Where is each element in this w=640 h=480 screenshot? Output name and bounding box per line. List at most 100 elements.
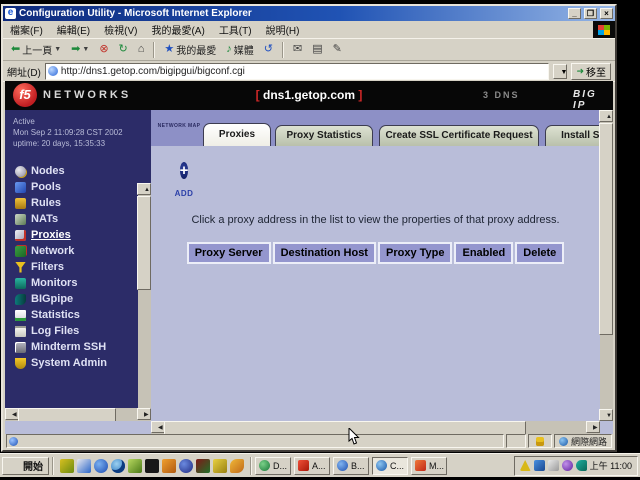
mail-button[interactable]: ✉ bbox=[289, 42, 306, 57]
task-button-5[interactable]: M... bbox=[411, 457, 447, 475]
quick-launch-icon-11[interactable] bbox=[230, 459, 244, 473]
scroll-up-icon[interactable]: ▲ bbox=[137, 183, 151, 195]
scroll-thumb[interactable] bbox=[18, 408, 116, 421]
windows-logo bbox=[593, 21, 615, 38]
forward-dropdown-icon[interactable]: ▼ bbox=[82, 44, 89, 55]
quick-launch-icon-3[interactable] bbox=[94, 459, 108, 473]
close-button[interactable]: × bbox=[600, 8, 613, 19]
column-delete[interactable]: Delete bbox=[515, 242, 564, 264]
menu-favorites[interactable]: 我的最愛(A) bbox=[144, 21, 211, 38]
main-horizontal-scrollbar[interactable]: ◀ ▶ bbox=[151, 421, 600, 434]
task-button-3[interactable]: B... bbox=[333, 457, 369, 475]
media-button[interactable]: ♪ 媒體 bbox=[222, 40, 258, 59]
tab-create-ssl-certificate-request[interactable]: Create SSL Certificate Request bbox=[379, 125, 539, 146]
edit-button[interactable]: ✎ bbox=[329, 42, 346, 57]
quick-launch-icon-6[interactable] bbox=[145, 459, 159, 473]
column-proxy-server[interactable]: Proxy Server bbox=[187, 242, 271, 264]
menu-help[interactable]: 說明(H) bbox=[259, 21, 307, 38]
menu-view[interactable]: 檢視(V) bbox=[97, 21, 144, 38]
add-proxy-button[interactable]: + ADD bbox=[169, 158, 199, 201]
sidebar-item-filters[interactable]: Filters bbox=[5, 259, 151, 275]
sidebar-item-system-admin[interactable]: System Admin bbox=[5, 355, 151, 371]
menu-file[interactable]: 檔案(F) bbox=[3, 21, 50, 38]
column-destination-host[interactable]: Destination Host bbox=[273, 242, 376, 264]
sidebar-item-rules[interactable]: Rules bbox=[5, 195, 151, 211]
scroll-thumb[interactable] bbox=[164, 421, 526, 434]
tray-icon-5[interactable] bbox=[576, 460, 587, 471]
lock-icon bbox=[536, 437, 544, 446]
tray-icon-1[interactable] bbox=[520, 460, 531, 471]
column-proxy-type[interactable]: Proxy Type bbox=[378, 242, 453, 264]
quick-launch-icon-9[interactable] bbox=[196, 459, 210, 473]
sidebar-item-mindterm-ssh[interactable]: Mindterm SSH bbox=[5, 339, 151, 355]
tab-proxy-statistics[interactable]: Proxy Statistics bbox=[275, 125, 373, 146]
sidebar-item-log-files[interactable]: Log Files bbox=[5, 323, 151, 339]
back-button[interactable]: ⬅ 上一頁 ▼ bbox=[7, 40, 65, 59]
task-button-4-active[interactable]: C... bbox=[372, 457, 408, 475]
tray-icon-3[interactable] bbox=[548, 460, 559, 471]
favorites-icon: ★ bbox=[164, 44, 174, 55]
menu-tools[interactable]: 工具(T) bbox=[212, 21, 259, 38]
hostname: [ dns1.getop.com ] bbox=[5, 88, 613, 102]
sidebar-item-monitors[interactable]: Monitors bbox=[5, 275, 151, 291]
scroll-left-icon[interactable]: ◀ bbox=[5, 408, 19, 420]
task-button-1[interactable]: D... bbox=[255, 457, 291, 475]
title-bar[interactable]: e Configuration Utility - Microsoft Inte… bbox=[3, 6, 615, 21]
quick-launch-icon-10[interactable] bbox=[213, 459, 227, 473]
status-message bbox=[6, 434, 504, 448]
quick-launch-icon-8[interactable] bbox=[179, 459, 193, 473]
sidebar-item-nats[interactable]: NATs bbox=[5, 211, 151, 227]
address-input[interactable]: http://dns1.getop.com/bigipgui/bigconf.c… bbox=[45, 63, 550, 80]
history-button[interactable]: ↺ bbox=[260, 42, 277, 57]
home-button[interactable]: ⌂ bbox=[134, 42, 149, 57]
scroll-thumb[interactable] bbox=[599, 123, 613, 335]
sidebar-item-bigpipe[interactable]: BIGpipe bbox=[5, 291, 151, 307]
log-files-icon bbox=[15, 326, 26, 337]
sidebar-item-nodes[interactable]: Nodes bbox=[5, 163, 151, 179]
go-button[interactable]: ➜ 移至 bbox=[571, 63, 611, 80]
main-vertical-scrollbar[interactable]: ▲ ▼ bbox=[600, 110, 613, 421]
print-button[interactable]: ▤ bbox=[308, 42, 326, 57]
page-icon bbox=[48, 66, 58, 76]
scroll-thumb[interactable] bbox=[137, 196, 151, 290]
quick-launch-icon-4[interactable] bbox=[111, 459, 125, 473]
tray-icon-4[interactable] bbox=[562, 460, 573, 471]
sidebar-item-statistics[interactable]: Statistics bbox=[5, 307, 151, 323]
start-button[interactable]: 開始 bbox=[2, 457, 49, 475]
maximize-button[interactable]: ❐ bbox=[584, 8, 597, 19]
tab-proxies[interactable]: Proxies bbox=[203, 123, 271, 146]
quick-launch-icon-5[interactable] bbox=[128, 459, 142, 473]
task-icon bbox=[298, 460, 309, 471]
sidebar-horizontal-scrollbar[interactable]: ◀ ▶ bbox=[5, 408, 151, 421]
security-segment bbox=[528, 434, 552, 448]
refresh-button[interactable]: ↻ bbox=[115, 42, 132, 57]
url-text[interactable]: http://dns1.getop.com/bigipgui/bigconf.c… bbox=[61, 66, 547, 77]
task-button-2[interactable]: A... bbox=[294, 457, 330, 475]
network-map-button[interactable]: NETWORK MAP bbox=[157, 114, 201, 142]
sidebar-item-network[interactable]: Network bbox=[5, 243, 151, 259]
quick-launch-icon-2[interactable] bbox=[77, 459, 91, 473]
back-dropdown-icon[interactable]: ▼ bbox=[54, 44, 61, 55]
sidebar-item-proxies[interactable]: Proxies bbox=[5, 227, 151, 243]
sidebar-vertical-scrollbar[interactable]: ▲ ▼ bbox=[138, 183, 151, 421]
page-content: f5 NETWORKS [ dns1.getop.com ] 3 DNS BIG… bbox=[5, 81, 613, 434]
favorites-button[interactable]: ★ 我的最愛 bbox=[160, 40, 220, 59]
quick-launch-icon-7[interactable] bbox=[162, 459, 176, 473]
address-dropdown-button[interactable]: ▼ bbox=[553, 64, 567, 79]
minimize-button[interactable]: _ bbox=[568, 8, 581, 19]
menu-edit[interactable]: 編輯(E) bbox=[50, 21, 97, 38]
scroll-down-icon[interactable]: ▼ bbox=[599, 409, 613, 421]
column-enabled[interactable]: Enabled bbox=[454, 242, 513, 264]
tray-icon-2[interactable] bbox=[534, 460, 545, 471]
ie-icon: e bbox=[5, 8, 16, 19]
scroll-right-icon[interactable]: ▶ bbox=[137, 408, 151, 420]
rules-icon bbox=[15, 198, 26, 209]
add-plus-icon[interactable]: + bbox=[180, 162, 189, 179]
scroll-up-icon[interactable]: ▲ bbox=[599, 110, 613, 122]
forward-button[interactable]: ➡ ▼ bbox=[67, 42, 93, 57]
stop-button[interactable]: ⊗ bbox=[95, 42, 112, 57]
scroll-left-icon[interactable]: ◀ bbox=[151, 421, 165, 433]
sidebar-item-pools[interactable]: Pools bbox=[5, 179, 151, 195]
quick-launch-icon-1[interactable] bbox=[60, 459, 74, 473]
scroll-right-icon[interactable]: ▶ bbox=[586, 421, 600, 433]
